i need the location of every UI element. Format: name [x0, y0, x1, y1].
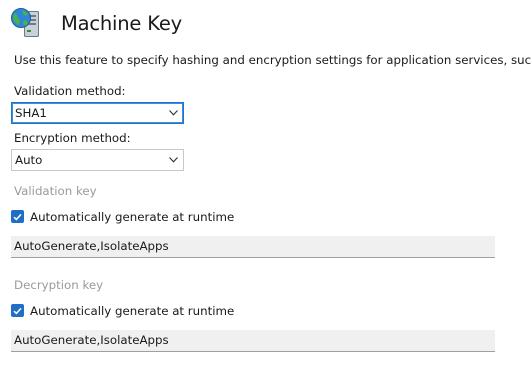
checkbox-checked-icon[interactable] — [11, 304, 24, 317]
encryption-method-select[interactable]: Auto — [11, 149, 184, 171]
decryption-key-auto-generate-checkbox[interactable]: Automatically generate at runtime — [11, 303, 234, 318]
validation-method-select[interactable]: SHA1 — [11, 102, 184, 124]
validation-method-value: SHA1 — [15, 106, 47, 120]
server-globe-icon — [11, 8, 39, 37]
encryption-method-value: Auto — [15, 153, 43, 167]
validation-key-auto-generate-checkbox[interactable]: Automatically generate at runtime — [11, 209, 234, 224]
chevron-down-icon — [169, 110, 178, 116]
validation-key-field: AutoGenerate,IsolateApps — [11, 236, 495, 258]
decryption-key-label: Decryption key — [14, 278, 104, 292]
machine-key-page: Machine Key Use this feature to specify … — [0, 0, 532, 379]
page-title: Machine Key — [61, 11, 182, 35]
decryption-key-auto-generate-label: Automatically generate at runtime — [30, 303, 235, 318]
feature-description: Use this feature to specify hashing and … — [14, 53, 532, 67]
checkbox-checked-icon[interactable] — [11, 210, 24, 223]
validation-method-label: Validation method: — [14, 84, 126, 98]
validation-key-auto-generate-label: Automatically generate at runtime — [30, 209, 235, 224]
page-header: Machine Key — [10, 7, 182, 39]
chevron-down-icon — [169, 157, 178, 163]
decryption-key-field: AutoGenerate,IsolateApps — [11, 330, 495, 352]
encryption-method-label: Encryption method: — [14, 131, 131, 145]
validation-key-label: Validation key — [14, 184, 97, 198]
